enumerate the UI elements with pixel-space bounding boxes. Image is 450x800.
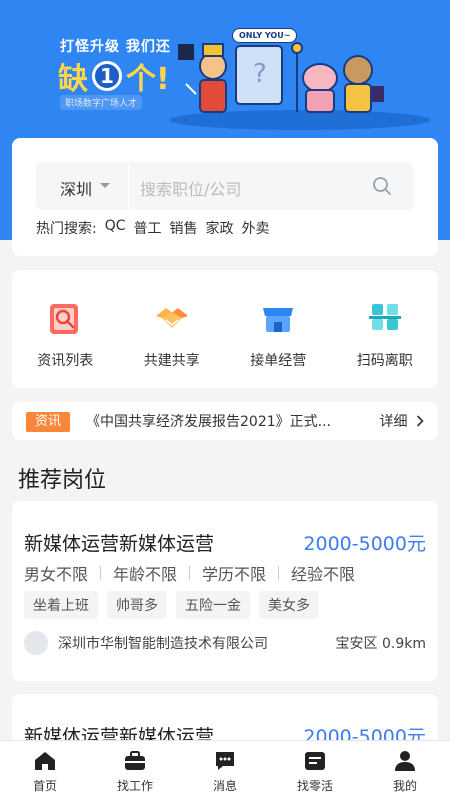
divider [278, 566, 280, 580]
handshake-icon [155, 308, 188, 328]
hot-keyword-qc[interactable]: QC [105, 218, 126, 238]
hot-keyword-sales[interactable]: 销售 [170, 218, 198, 238]
scan-icon [368, 304, 401, 330]
hot-keyword-general-worker[interactable]: 普工 [134, 218, 162, 238]
menu-label-order-business: 接单经营 [250, 353, 307, 369]
news-badge: 资讯 [26, 412, 71, 432]
divider [100, 566, 102, 580]
tab-find-job[interactable]: 找工作 [90, 741, 180, 800]
search-icon[interactable] [372, 176, 392, 196]
promo-banner[interactable]: ? 打怪升级 我们还 缺 1 个! 职场数字广场人才 ONLY YOU~ [0, 0, 450, 135]
tab-label-messages: 消息 [212, 779, 237, 793]
hot-search-row: 热门搜索: QC 普工 销售 家政 外卖 [36, 218, 270, 238]
banner-tagline: 职场数字广场人才 [60, 95, 143, 110]
job-card[interactable]: 新媒体运营新媒体运营 2000-5000元 男女不限 年龄不限 学历不限 经验不… [12, 501, 438, 681]
menu-item-news-list[interactable]: 资讯列表 [12, 270, 119, 388]
job-tag: 美女多 [259, 591, 319, 619]
user-icon [395, 751, 415, 771]
requirement-experience: 经验不限 [291, 565, 356, 584]
company-avatar [24, 631, 48, 655]
chevron-right-icon [416, 415, 424, 427]
divider [189, 566, 191, 580]
job-requirements: 男女不限 年龄不限 学历不限 经验不限 [24, 561, 355, 585]
menu-label-co-build: 共建共享 [143, 353, 200, 369]
menu-item-co-build[interactable]: 共建共享 [119, 270, 226, 388]
message-icon [216, 752, 234, 770]
requirement-education: 学历不限 [202, 565, 267, 584]
company-row: 深圳市华制智能制造技术有限公司 宝安区 0.9km [24, 631, 426, 655]
store-icon [263, 308, 294, 332]
search-input[interactable]: 搜索职位/公司 [140, 176, 241, 200]
job-tag: 帅哥多 [107, 591, 167, 619]
search-box: 深圳 搜索职位/公司 [36, 162, 414, 210]
job-tag: 坐着上班 [24, 591, 98, 619]
briefcase-icon [125, 751, 145, 770]
tab-label-home: 首页 [32, 779, 57, 793]
hot-keyword-housekeeping[interactable]: 家政 [206, 218, 234, 238]
search-card: 深圳 搜索职位/公司 热门搜索: QC 普工 销售 家政 外卖 [12, 138, 438, 256]
menu-item-order-business[interactable]: 接单经营 [225, 270, 332, 388]
tab-gig-work[interactable]: 找零活 [270, 741, 360, 800]
banner-headline-number: 1 [92, 61, 122, 91]
hot-keyword-delivery[interactable]: 外卖 [242, 218, 270, 238]
news-detail-link[interactable]: 详细 [380, 411, 424, 431]
job-salary: 2000-5000元 [303, 533, 426, 555]
hot-search-label: 热门搜索: [36, 221, 97, 237]
city-selector[interactable]: 深圳 [60, 176, 92, 200]
tab-label-gig-work: 找零活 [296, 779, 333, 793]
job-title: 新媒体运营新媒体运营 [24, 533, 215, 555]
tab-home[interactable]: 首页 [0, 741, 90, 800]
tab-label-profile: 我的 [392, 779, 417, 793]
requirement-age: 年龄不限 [113, 565, 178, 584]
requirement-gender: 男女不限 [24, 565, 89, 584]
menu-label-news-list: 资讯列表 [37, 353, 94, 369]
news-detail-label: 详细 [379, 414, 408, 430]
news-list-icon [50, 304, 79, 334]
job-tags: 坐着上班 帅哥多 五险一金 美女多 [24, 591, 319, 619]
news-ticker[interactable]: 资讯 《中国共享经济发展报告2021》正式... 详细 [12, 402, 438, 440]
tab-label-find-job: 找工作 [116, 779, 153, 793]
banner-headline-prefix: 缺 [58, 62, 88, 97]
news-headline[interactable]: 《中国共享经济发展报告2021》正式... [86, 411, 376, 431]
banner-headline: 缺 1 个! [58, 54, 170, 98]
company-name: 深圳市华制智能制造技术有限公司 [58, 636, 268, 652]
search-divider [128, 162, 129, 210]
tab-profile[interactable]: 我的 [360, 741, 450, 800]
job-location-distance: 宝安区 0.9km [335, 636, 426, 652]
menu-item-scan-resign[interactable]: 扫码离职 [332, 270, 439, 388]
tab-messages[interactable]: 消息 [180, 741, 270, 800]
id-card-icon [305, 752, 325, 770]
banner-bubble: ONLY YOU~ [232, 28, 298, 43]
svg-text:?: ? [253, 59, 267, 89]
bottom-tab-bar: 首页 找工作 消息 找零活 我的 [0, 740, 450, 800]
menu-label-scan-resign: 扫码离职 [356, 353, 413, 369]
job-tag: 五险一金 [176, 591, 250, 619]
banner-slogan: 打怪升级 我们还 [60, 39, 171, 55]
banner-headline-suffix: 个! [126, 62, 170, 97]
section-title-recommended-jobs: 推荐岗位 [18, 468, 107, 493]
home-icon [35, 752, 55, 770]
quick-menu: 资讯列表 共建共享 接单经营 扫码离职 [12, 270, 438, 388]
caret-down-icon[interactable] [100, 183, 110, 188]
